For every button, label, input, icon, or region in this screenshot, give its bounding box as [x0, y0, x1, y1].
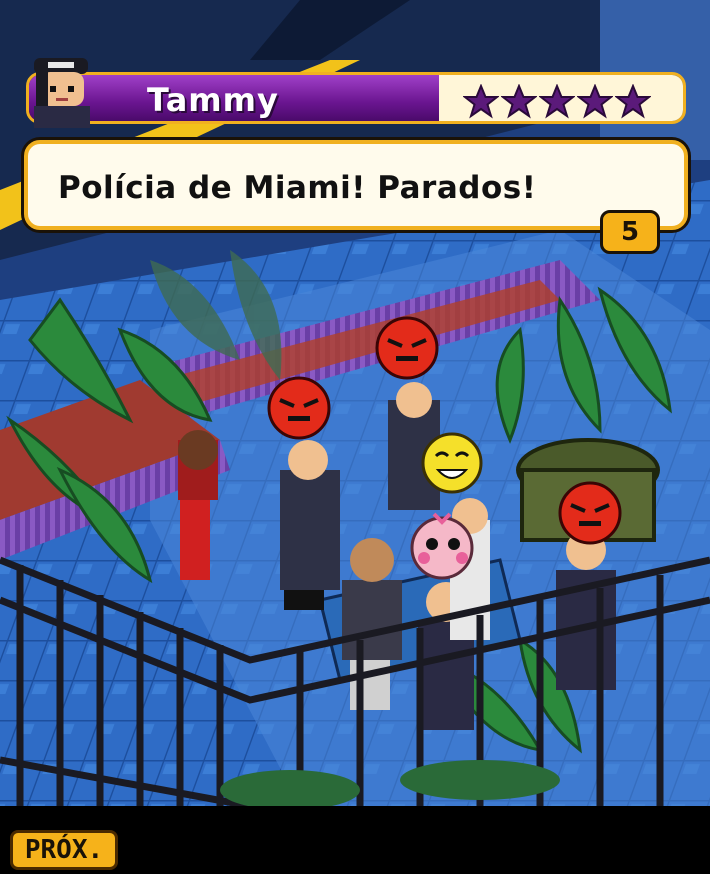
- star-icon: [577, 84, 613, 119]
- dialogue-remaining-badge: 5: [600, 210, 660, 254]
- star-icon: [501, 84, 537, 119]
- star-icon: [463, 84, 499, 119]
- speaker-name: Tammy: [147, 81, 279, 119]
- speaker-banner: Tammy: [26, 58, 690, 128]
- speaker-portrait-avatar: [34, 58, 90, 128]
- star-rating: [463, 84, 651, 120]
- dialogue-box[interactable]: Polícia de Miami! Parados!: [24, 140, 688, 230]
- laughing-face-icon: [421, 432, 483, 494]
- next-button[interactable]: PRÓX.: [10, 830, 118, 870]
- banner-frame: Tammy: [26, 72, 686, 124]
- angry-face-icon: [558, 481, 622, 545]
- star-icon: [615, 84, 651, 119]
- angry-face-icon: [267, 376, 331, 440]
- star-icon: [539, 84, 575, 119]
- dialogue-text: Polícia de Miami! Parados!: [58, 170, 537, 206]
- angry-face-icon: [375, 316, 439, 380]
